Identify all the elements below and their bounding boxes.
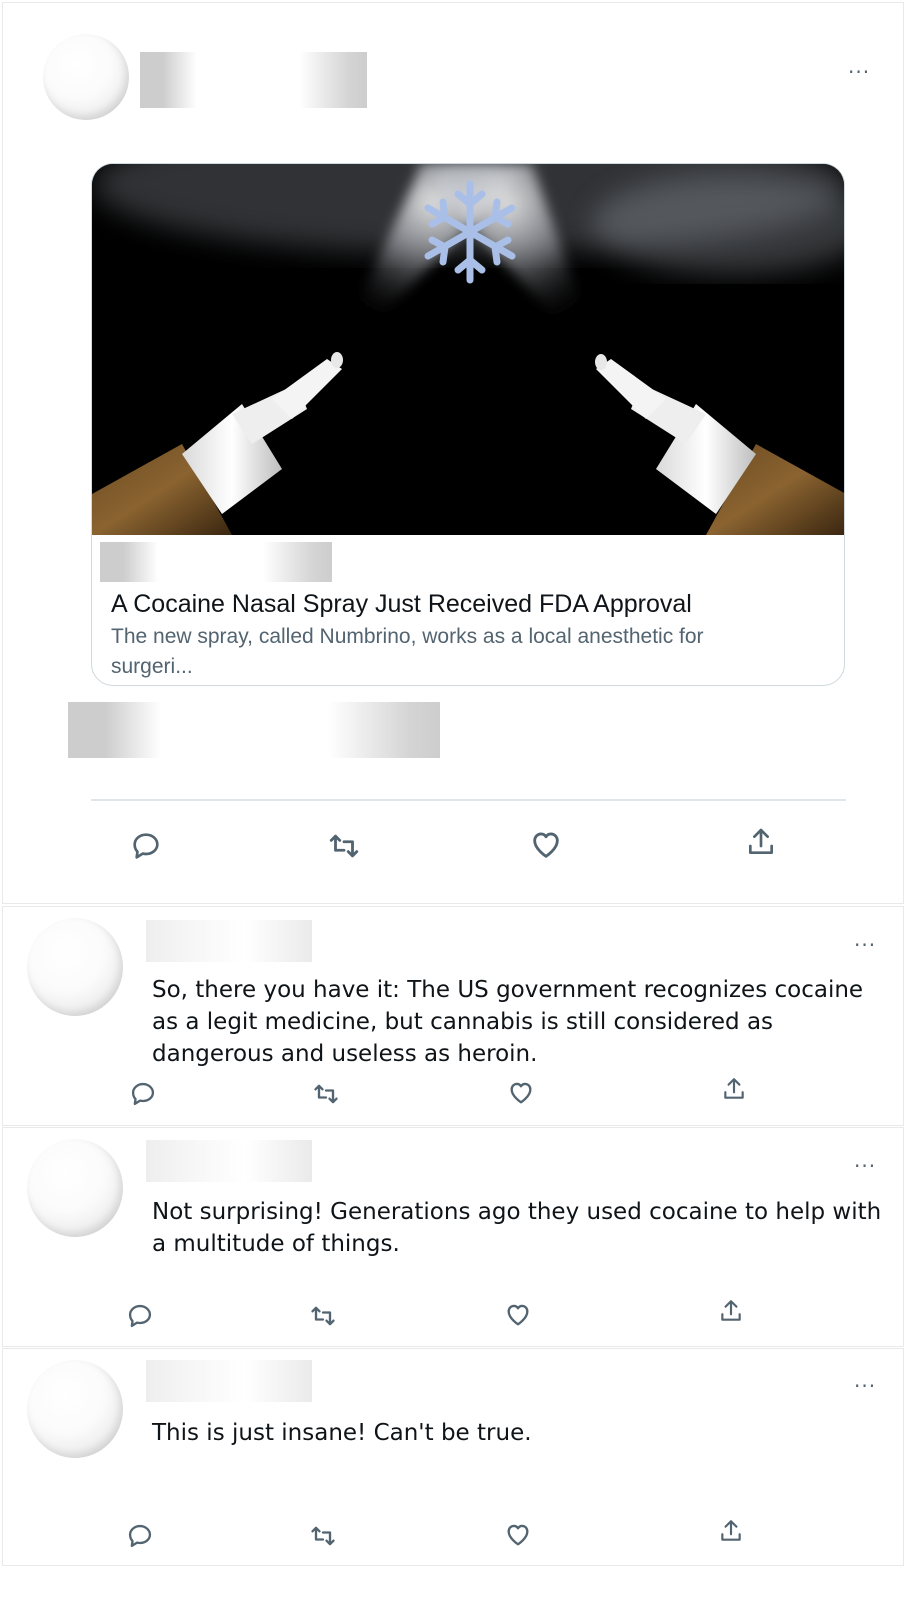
reply-2-text: Not surprising! Generations ago they use… [152,1199,882,1257]
retweet-icon[interactable] [326,829,362,863]
reply-icon[interactable] [130,830,162,862]
like-icon[interactable] [528,828,564,862]
reply-3-name-redacted [146,1360,312,1402]
reply-3-reply-icon[interactable] [126,1522,154,1550]
reply-1-name-redacted [146,920,312,962]
post-meta-redacted [68,702,440,758]
nasal-spray-image [92,164,844,535]
reply-3-avatar[interactable] [27,1360,123,1458]
reply-2-like-icon[interactable] [503,1301,533,1329]
card-source-redacted [100,542,332,582]
reply-1-reply-icon[interactable] [129,1080,157,1108]
link-preview-card[interactable]: A Cocaine Nasal Spray Just Received FDA … [91,163,845,686]
author-avatar[interactable] [43,34,129,120]
reply-3-retweet-icon[interactable] [308,1522,338,1550]
reply-1-more-button[interactable]: ··· [854,935,876,955]
reply-2-share-icon[interactable] [718,1297,744,1325]
reply-2-avatar[interactable] [27,1139,123,1237]
card-description: The new spray, called Numbrino, works as… [111,625,704,678]
reply-1-avatar[interactable] [27,918,123,1016]
reply-3-like-icon[interactable] [503,1521,533,1549]
reply-1-like-icon[interactable] [506,1079,536,1107]
author-name-redacted [140,52,367,108]
reply-1-text: So, there you have it: The US government… [152,977,864,1067]
reply-2-retweet-icon[interactable] [308,1302,338,1330]
card-image [92,164,844,535]
card-title[interactable]: A Cocaine Nasal Spray Just Received FDA … [111,590,692,619]
reply-2-reply-icon[interactable] [126,1302,154,1330]
reply-1-retweet-icon[interactable] [311,1080,341,1108]
reply-1-share-icon[interactable] [721,1075,747,1103]
share-icon[interactable] [745,825,777,859]
reply-2-name-redacted [146,1140,312,1182]
post-more-button[interactable]: ··· [848,62,870,82]
action-divider [91,799,846,801]
reply-3-text: This is just insane! Can't be true. [152,1420,532,1446]
reply-2-more-button[interactable]: ··· [854,1156,876,1176]
reply-3-more-button[interactable]: ··· [854,1376,876,1396]
reply-3-share-icon[interactable] [718,1517,744,1545]
